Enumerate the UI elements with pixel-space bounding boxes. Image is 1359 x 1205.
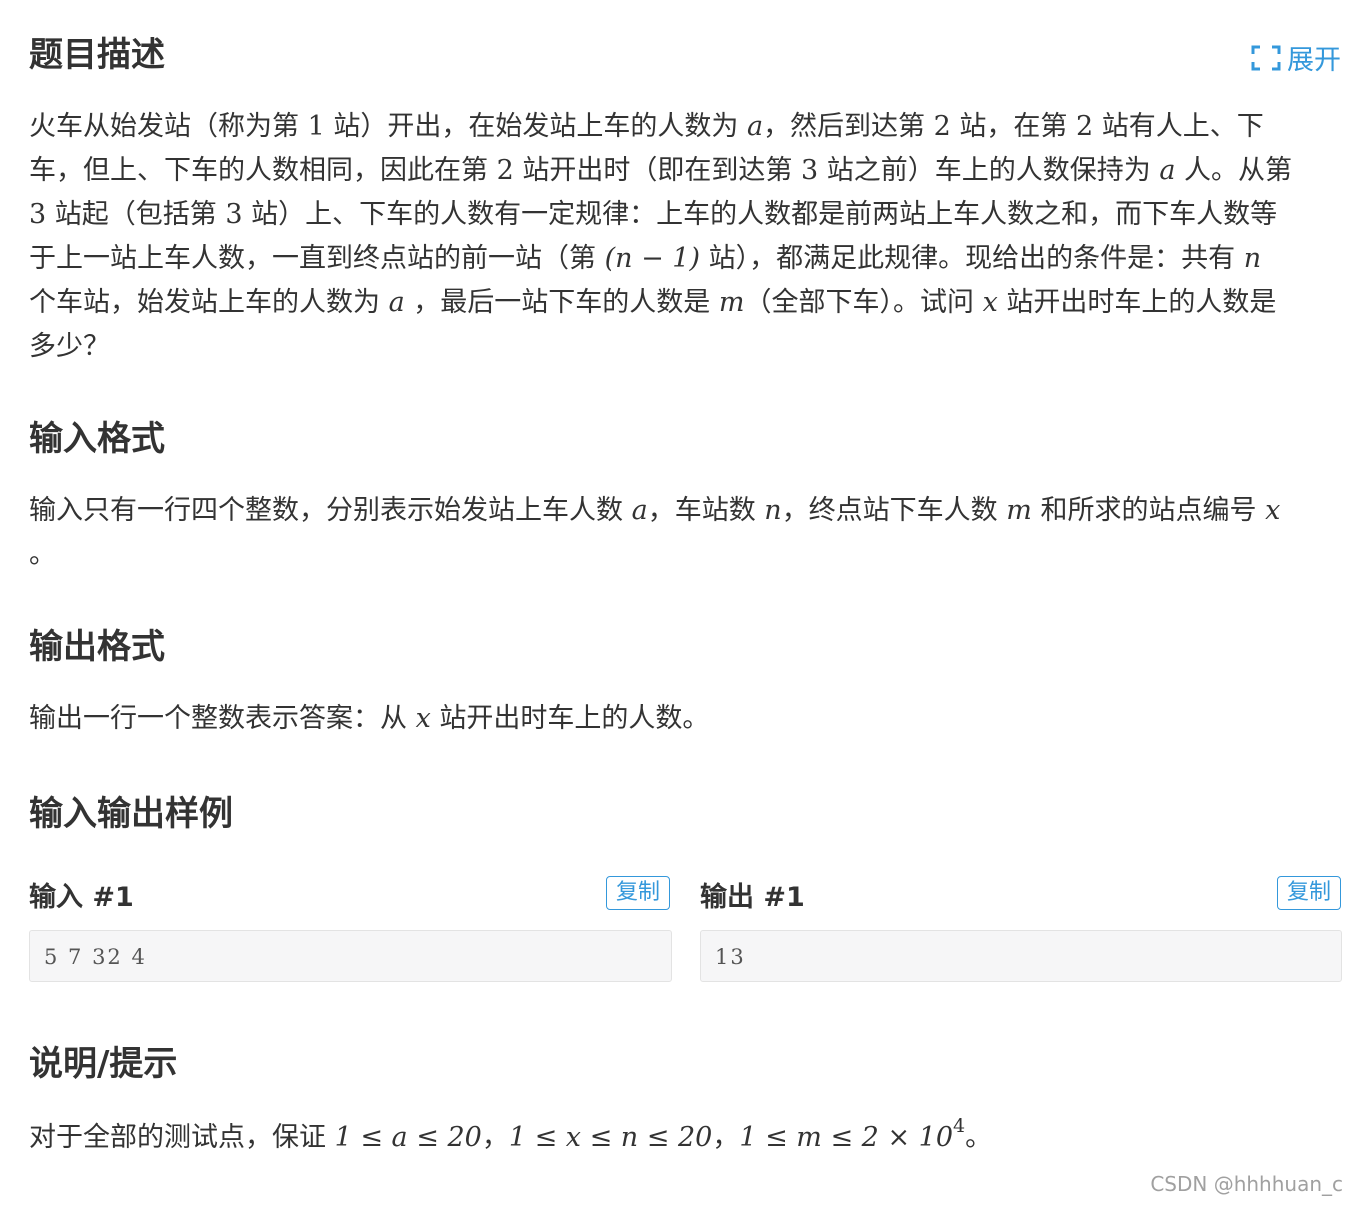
description-text: 火车从始发站（称为第 1 站）开出，在始发站上车的人数为 a，然后到达第 2 站… bbox=[29, 104, 1334, 368]
copy-output-button[interactable]: 复制 bbox=[1277, 876, 1341, 910]
expand-icon bbox=[1251, 45, 1281, 70]
description-line: 于上一站上车人数，一直到终点站的前一站（第 (n − 1) 站），都满足此规律。… bbox=[29, 243, 1262, 274]
hint-line: 对于全部的测试点，保证 1 ≤ a ≤ 20，1 ≤ x ≤ n ≤ 20，1 … bbox=[29, 1115, 993, 1153]
expand-label: 展开 bbox=[1287, 45, 1341, 76]
input-format-line: 输入只有一行四个整数，分别表示始发站上车人数 a，车站数 n，终点站下车人数 m… bbox=[29, 495, 1281, 526]
sample-input-label: 输入 #1 bbox=[29, 882, 134, 913]
samples-title: 输入输出样例 bbox=[29, 794, 233, 834]
sample-input-box[interactable]: 5 7 32 4 bbox=[29, 930, 672, 982]
input-format-text: 输入只有一行四个整数，分别表示始发站上车人数 a，车站数 n，终点站下车人数 m… bbox=[29, 488, 1334, 576]
output-format-text: 输出一行一个整数表示答案：从 x 站开出时车上的人数。 bbox=[29, 696, 1334, 740]
input-format-title: 输入格式 bbox=[29, 419, 165, 459]
description-line: 车，但上、下车的人数相同，因此在第 2 站开出时（即在到达第 3 站之前）车上的… bbox=[29, 155, 1293, 186]
description-title: 题目描述 bbox=[29, 35, 165, 75]
description-line: 个车站，始发站上车的人数为 a ，最后一站下车的人数是 m（全部下车）。试问 x… bbox=[29, 287, 1277, 318]
hint-text: 对于全部的测试点，保证 1 ≤ a ≤ 20，1 ≤ x ≤ n ≤ 20，1 … bbox=[29, 1108, 1334, 1153]
output-format-line: 输出一行一个整数表示答案：从 x 站开出时车上的人数。 bbox=[29, 703, 710, 734]
input-format-line: 。 bbox=[29, 539, 56, 570]
description-line: 3 站起（包括第 3 站）上、下车的人数有一定规律：上车的人数都是前两站上车人数… bbox=[29, 199, 1278, 230]
description-line: 多少？ bbox=[29, 331, 110, 362]
output-format-title: 输出格式 bbox=[29, 627, 165, 667]
hint-title: 说明/提示 bbox=[29, 1044, 178, 1084]
copy-input-button[interactable]: 复制 bbox=[606, 876, 670, 910]
watermark: CSDN @hhhhuan_c bbox=[1150, 1172, 1343, 1196]
sample-output-label: 输出 #1 bbox=[700, 882, 805, 913]
description-line: 火车从始发站（称为第 1 站）开出，在始发站上车的人数为 a，然后到达第 2 站… bbox=[29, 111, 1264, 142]
sample-output-box[interactable]: 13 bbox=[700, 930, 1342, 982]
expand-button[interactable]: 展开 bbox=[1251, 38, 1341, 77]
